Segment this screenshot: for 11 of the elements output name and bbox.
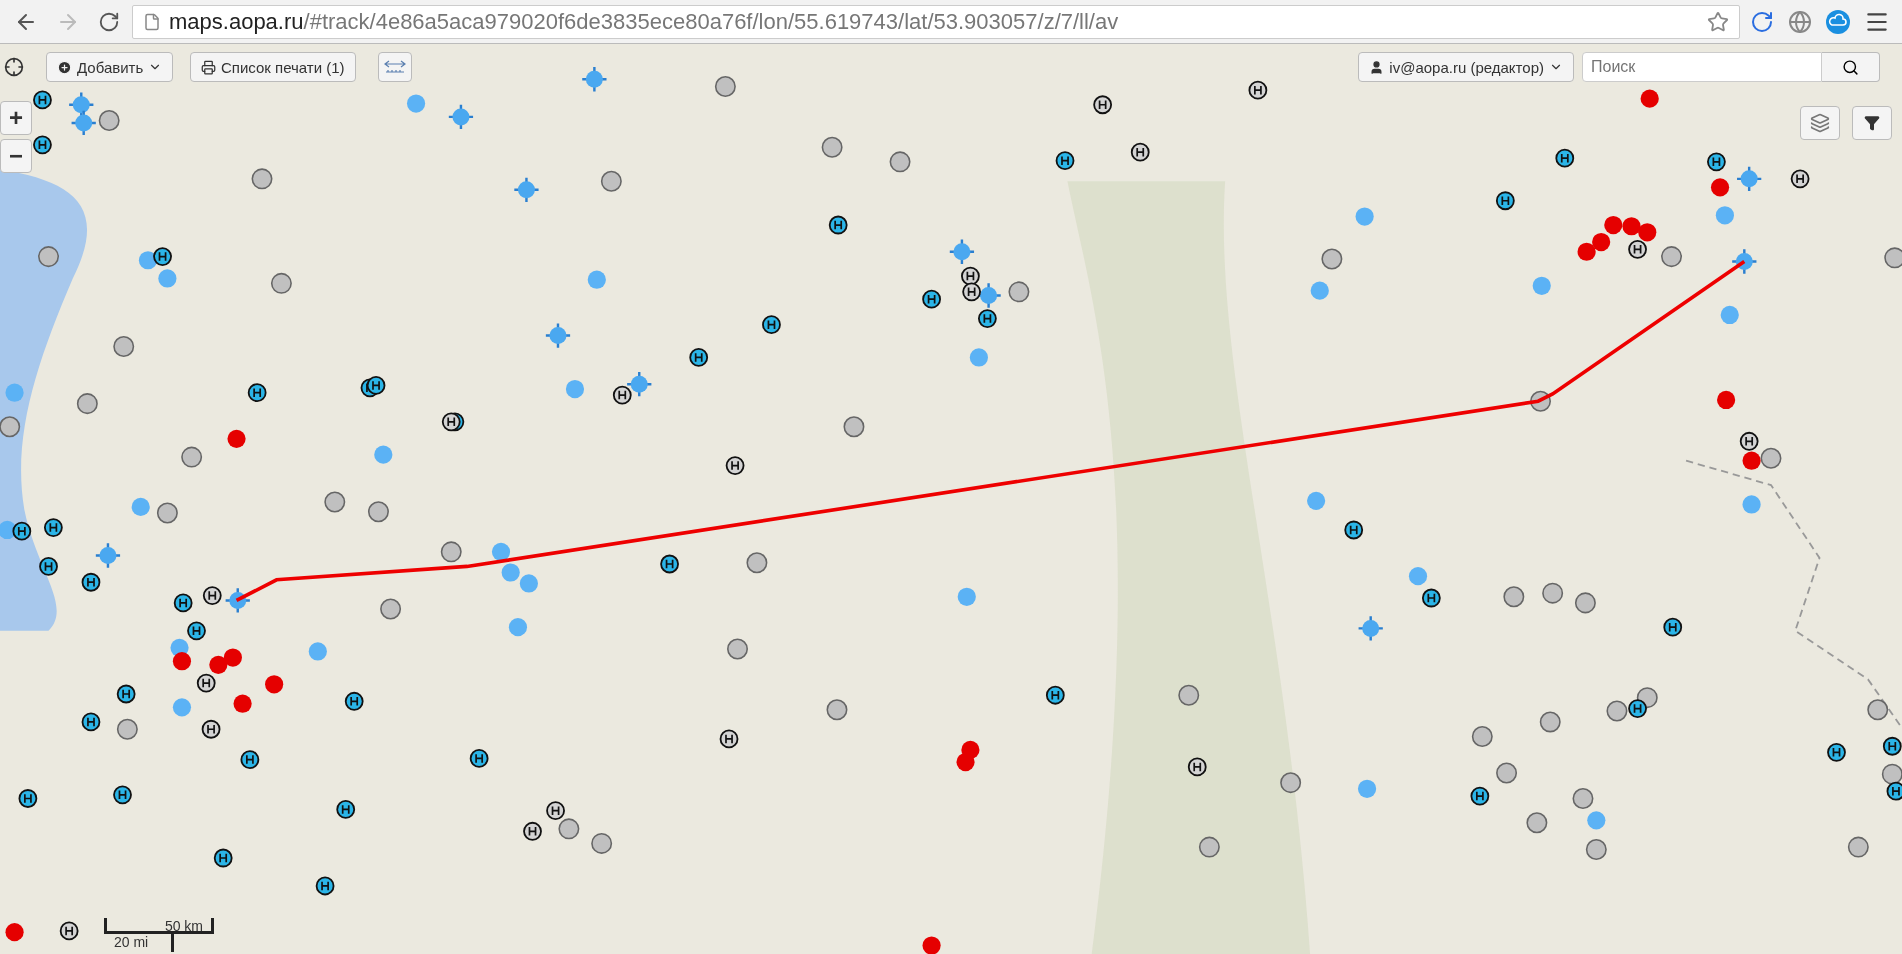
search-field[interactable]: Поиск (1582, 52, 1822, 82)
user-menu-button[interactable]: iv@aopa.ru (редактор) (1358, 52, 1574, 82)
zoom-in-button[interactable]: + (0, 101, 32, 135)
url-text: maps.aopa.ru/#track/4e86a5aca979020f6de3835ece80a76f/lon/55.619743/lat/53.903057/z/7/ll/av (169, 8, 1120, 35)
add-button[interactable]: Добавить (46, 52, 174, 82)
scale-mi-label: 20 mi (104, 934, 174, 952)
scale-km-label: 50 km (104, 918, 214, 934)
print-list-button[interactable]: Список печати (1) (190, 52, 356, 82)
map-background[interactable]: Добавить Список печати (1) + − iv@aopa.ru (редактор) Поиск 50 km 20 mi (0, 44, 1902, 954)
zoom-out-button[interactable]: − (0, 139, 32, 173)
address-bar[interactable]: maps.aopa.ru/#track/4e86a5aca979020f6de3835ece80a76f/lon/55.619743/lat/53.903057/z/7/ll/av (132, 4, 1740, 39)
